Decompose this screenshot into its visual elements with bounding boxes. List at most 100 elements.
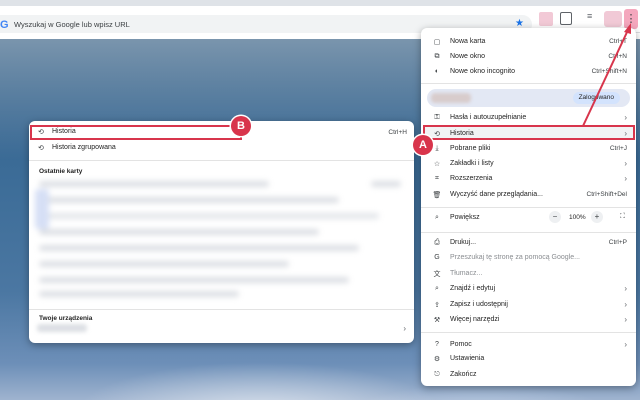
settings-icon: ⚙ [433,355,441,363]
history-icon: ⟲ [434,130,440,138]
profile-avatar[interactable] [604,11,622,27]
save-share-icon: ⇪ [434,301,440,309]
menu-item-pomoc[interactable]: ? Pomoc › [421,337,636,352]
menu-item-label: Pobrane pliki [450,145,491,152]
address-bar-placeholder: Wyszukaj w Google lub wpisz URL [14,20,130,29]
menu-item-label: Nowe okno incognito [450,68,515,75]
chevron-right-icon: › [624,129,627,138]
divider [421,83,636,84]
divider [421,332,636,333]
google-lens-icon: G [434,254,440,261]
divider [421,232,636,233]
menu-item-label: Nowe okno [450,53,486,60]
menu-item-label: Historia [450,130,474,137]
menu-item-label: Pomoc [450,341,472,348]
incognito-icon: ◐ [434,68,440,75]
annotation-badge-b: B [231,116,251,136]
chevron-right-icon: › [624,284,627,293]
zoom-label: Powiększ [450,214,480,221]
menu-item-label: Drukuj... [450,239,477,246]
history-icon: ⟲ [38,129,44,136]
translate-icon: 文 [433,270,441,278]
annotation-badge-a: A [413,135,433,155]
submenu-item-label: Historia [52,128,76,135]
menu-item-zakładki-i-listy[interactable]: ☆ Zakładki i listy › [421,156,636,171]
profile-row[interactable]: Zalogowano [427,89,630,107]
zoom-out-button[interactable]: − [549,211,561,223]
menu-item-znajdź-i-edytuj[interactable]: ⌕ Znajdź i edytuj › [421,281,636,296]
more-tools-icon: ⚒ [433,316,441,324]
zoom-row: ⌕ Powiększ − 100% + ⛶ [421,210,636,225]
menu-item-wyczyść-dane-przeglądania[interactable]: 🗑 Wyczyść dane przeglądania... Ctrl+Shift+… [421,187,636,202]
menu-item-label: Hasła i autouzupełnianie [450,114,527,121]
chevron-right-icon: › [624,113,627,122]
signed-in-badge: Zalogowano [572,92,620,104]
menu-item-shortcut: Ctrl+P [608,239,627,246]
new-tab-icon: ▢ [433,38,441,46]
divider [29,309,414,310]
kebab-menu-icon[interactable]: ⋮ [624,9,638,29]
puzzle-extensions-icon[interactable] [560,12,572,25]
menu-item-label: Wyczyść dane przeglądania... [450,191,543,198]
chevron-right-icon: › [624,340,627,349]
menu-item-nowa-karta[interactable]: ▢ Nowa karta Ctrl+T [421,34,636,49]
menu-item-label: Znajdź i edytuj [450,285,496,292]
menu-item-label: Więcej narzędzi [450,316,500,323]
menu-item-shortcut: Ctrl+T [609,38,627,45]
menu-item-historia[interactable]: ⟲ Historia › [421,126,636,141]
reading-list-icon[interactable]: ≡ [587,11,592,21]
menu-item-nowe-okno[interactable]: ⧉ Nowe okno Ctrl+N [421,49,636,64]
zoom-in-button[interactable]: + [591,211,603,223]
menu-item-przeszukaj-tę-stronę-za-pomocą-google[interactable]: G Przeszukaj tę stronę za pomocą Google..… [421,250,636,265]
menu-item-label: Zakładki i listy [450,160,494,167]
menu-item-nowe-okno-incognito[interactable]: ◐ Nowe okno incognito Ctrl+Shift+N [421,64,636,79]
chevron-right-icon: › [624,174,627,183]
history-icon: ⟲ [38,145,44,152]
menu-item-label: Przeszukaj tę stronę za pomocą Google... [450,254,580,261]
exit-icon: ⎋ [434,370,440,378]
menu-item-więcej-narzędzi[interactable]: ⚒ Więcej narzędzi › [421,312,636,327]
zoom-level: 100% [569,214,586,221]
menu-item-label: Zakończ [450,371,477,378]
menu-item-pobrane-pliki[interactable]: ⤓ Pobrane pliki Ctrl+J [421,141,636,156]
menu-item-drukuj[interactable]: ⎙ Drukuj... Ctrl+P [421,235,636,250]
menu-item-label: Rozszerzenia [450,175,493,182]
chevron-right-icon: › [624,300,627,309]
menu-item-label: Ustawienia [450,355,485,362]
extensions-icon: ⌗ [435,174,439,182]
submenu-item-shortcut: Ctrl+H [388,129,407,136]
menu-item-shortcut: Ctrl+Shift+N [591,68,627,75]
menu-item-shortcut: Ctrl+N [608,53,627,60]
menu-item-tłumacz[interactable]: 文 Tłumacz... [421,266,636,281]
google-icon: G [0,18,9,31]
history-submenu: ⟲ Historia Ctrl+H ⟲ Historia zgrupowana … [29,121,414,343]
menu-item-shortcut: Ctrl+J [609,145,627,152]
star-icon: ☆ [433,160,441,168]
menu-item-shortcut: Ctrl+Shift+Del [586,191,627,198]
submenu-item-historia[interactable]: ⟲ Historia Ctrl+H [29,125,414,140]
menu-item-label: Nowa karta [450,38,486,45]
help-icon: ? [435,341,439,348]
chevron-right-icon[interactable]: › [403,324,406,333]
chevron-right-icon: › [624,159,627,168]
menu-item-zapisz-i-udostępnij[interactable]: ⇪ Zapisz i udostępnij › [421,297,636,312]
menu-item-rozszerzenia[interactable]: ⌗ Rozszerzenia › [421,171,636,186]
your-devices-title: Twoje urządzenia [39,315,93,322]
extension-icon[interactable] [539,12,553,26]
key-icon: ⚿ [434,113,440,121]
device-name-blurred[interactable] [37,324,87,332]
profile-name-blurred [431,93,471,103]
submenu-item-historia-zgrupowana[interactable]: ⟲ Historia zgrupowana [29,141,414,156]
fullscreen-icon[interactable]: ⛶ [620,213,625,221]
menu-item-hasła-i-autouzupełnianie[interactable]: ⚿ Hasła i autouzupełnianie › [421,110,636,125]
chevron-right-icon: › [624,315,627,324]
recent-tabs-title: Ostatnie karty [39,168,83,175]
zoom-icon: ⌕ [435,213,439,221]
divider [29,160,414,161]
recent-tabs-blurred[interactable] [35,179,407,301]
trash-icon: 🗑 [432,191,442,199]
submenu-item-label: Historia zgrupowana [52,144,116,151]
menu-item-ustawienia[interactable]: ⚙ Ustawienia [421,351,636,366]
find-icon: ⌕ [435,284,439,292]
menu-item-zakończ[interactable]: ⎋ Zakończ [421,367,636,382]
